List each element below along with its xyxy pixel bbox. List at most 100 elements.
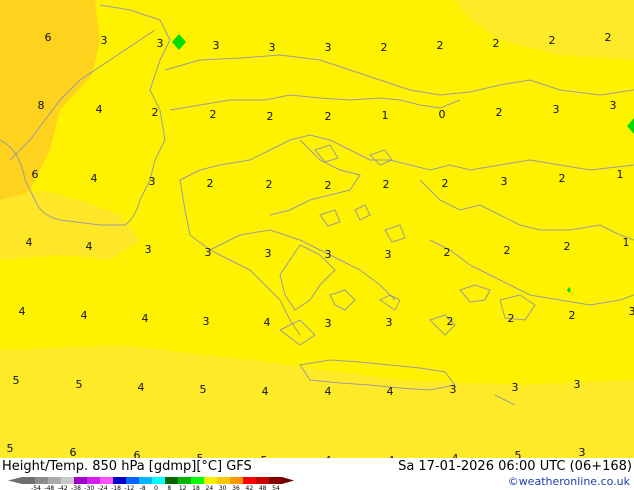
temperature-value: 3 [386,316,393,329]
temperature-value: 2 [549,34,556,47]
contour-marker-north [172,34,186,50]
legend-tick-label: -12 [124,485,134,490]
temperature-value: 4 [86,240,93,253]
legend-tick-label: 48 [259,485,267,490]
temperature-value: 3 [610,99,617,112]
temperature-value: 4 [142,312,149,325]
temperature-value: 2 [442,177,449,190]
legend-tick-label: 30 [219,485,227,490]
legend-tick-label: -24 [98,485,108,490]
legend-swatch [178,477,192,484]
temperature-value: 2 [444,246,451,259]
legend-swatch [48,477,62,484]
legend-tick-label: -30 [84,485,94,490]
color-legend: -54 -48 -42 -38 -30 -24 -18 -12 -8 0 8 12 18 24 30 36 42… [8,477,294,490]
temperature-value: 3 [325,317,332,330]
temperature-value: 4 [81,309,88,322]
legend-swatch [152,477,166,484]
legend-swatch [243,477,257,484]
temperature-value: 2 [496,106,503,119]
legend-swatch [256,477,270,484]
temperature-value: 6 [45,31,52,44]
temperature-value: 2 [447,315,454,328]
temperature-value: 3 [553,103,560,116]
legend-tick-label: 12 [179,485,187,490]
legend-swatch [61,477,75,484]
legend-swatch [35,477,49,484]
temperature-value: 3 [385,248,392,261]
temperature-value: 2 [381,41,388,54]
temperature-value: 4 [91,172,98,185]
legend-ticks: -54 -48 -42 -38 -30 -24 -18 -12 -8 0 8 12 18 24 30 36 42… [31,485,280,490]
map-datetime: Sa 17-01-2026 06:00 UTC (06+168) [398,459,632,474]
temperature-value: 5 [515,449,522,458]
temperature-value: 2 [493,37,500,50]
legend-arrow-right [282,477,294,484]
legend-swatch [139,477,153,484]
temperature-value: 4 [325,385,332,398]
legend-swatch [165,477,179,484]
temperature-value: 4 [262,385,269,398]
temperature-value: 1 [623,236,630,249]
legend-tick-label: 0 [154,485,158,490]
temperature-value: 2 [210,108,217,121]
temperature-value: 3 [325,41,332,54]
legend-tick-label: -42 [58,485,68,490]
legend-swatch [217,477,231,484]
contour-marker-east [627,118,634,134]
legend-swatch [87,477,101,484]
temperature-value: 6 [70,446,77,458]
credit-link[interactable]: ©weatheronline.co.uk [508,475,630,488]
temperature-value: 1 [382,109,389,122]
temperature-value: 3 [579,446,586,458]
temperature-value: 6 [32,168,39,181]
temperature-value: 2 [383,178,390,191]
temperature-value: 3 [145,243,152,256]
temperature-value: 4 [19,305,26,318]
temperature-value: 6 [134,449,141,458]
legend-tick-label: 8 [167,485,171,490]
temperature-value: 2 [508,312,515,325]
temperature-value: 4 [264,316,271,329]
temperature-value: 1 [617,168,624,181]
temperature-value: 4 [138,381,145,394]
mid-region-northeast [455,0,634,60]
temperature-value: 0 [439,108,446,121]
legend-swatch [204,477,218,484]
temperature-value: 3 [149,175,156,188]
temperature-value: 3 [269,41,276,54]
legend-tick-label: 54 [272,485,280,490]
legend-tick-label: 18 [192,485,200,490]
coastlines [0,4,634,406]
legend-tick-label: -48 [44,485,54,490]
temperature-value: 4 [96,103,103,116]
temperature-value: 3 [157,37,164,50]
temperature-value: 2 [152,106,159,119]
temperature-value: 5 [7,442,14,455]
legend-swatch [269,477,283,484]
temperature-value: 2 [559,172,566,185]
legend-arrow-left [8,477,22,484]
legend-tick-label: -18 [111,485,121,490]
temperature-value: 2 [207,177,214,190]
temperature-value: 2 [605,31,612,44]
temperature-value: 3 [512,381,519,394]
legend-tick-label: 24 [206,485,214,490]
map-area: 6 3 3 3 3 3 2 2 2 2 2 8 4 2 2 2 2 1 0 2 3 3 6 4 3 2 2 2 2 2 3 2 1 4 4 3 3 3 3 3… [0,0,634,458]
temperature-value: 5 [200,383,207,396]
temperature-value: 3 [101,34,108,47]
legend-tick-label: -54 [31,485,41,490]
temperature-value: 3 [501,175,508,188]
temperature-value: 3 [574,378,581,391]
temperature-value: 2 [504,244,511,257]
temperature-value: 2 [564,240,571,253]
temperature-value: 5 [76,378,83,391]
temperature-value: 2 [325,179,332,192]
legend-swatch [100,477,114,484]
legend-swatch [230,477,244,484]
temperature-value: 3 [629,305,634,318]
temperature-value: 2 [325,110,332,123]
temperature-value: 2 [267,110,274,123]
legend-swatch [74,477,88,484]
temperature-value: 3 [205,246,212,259]
